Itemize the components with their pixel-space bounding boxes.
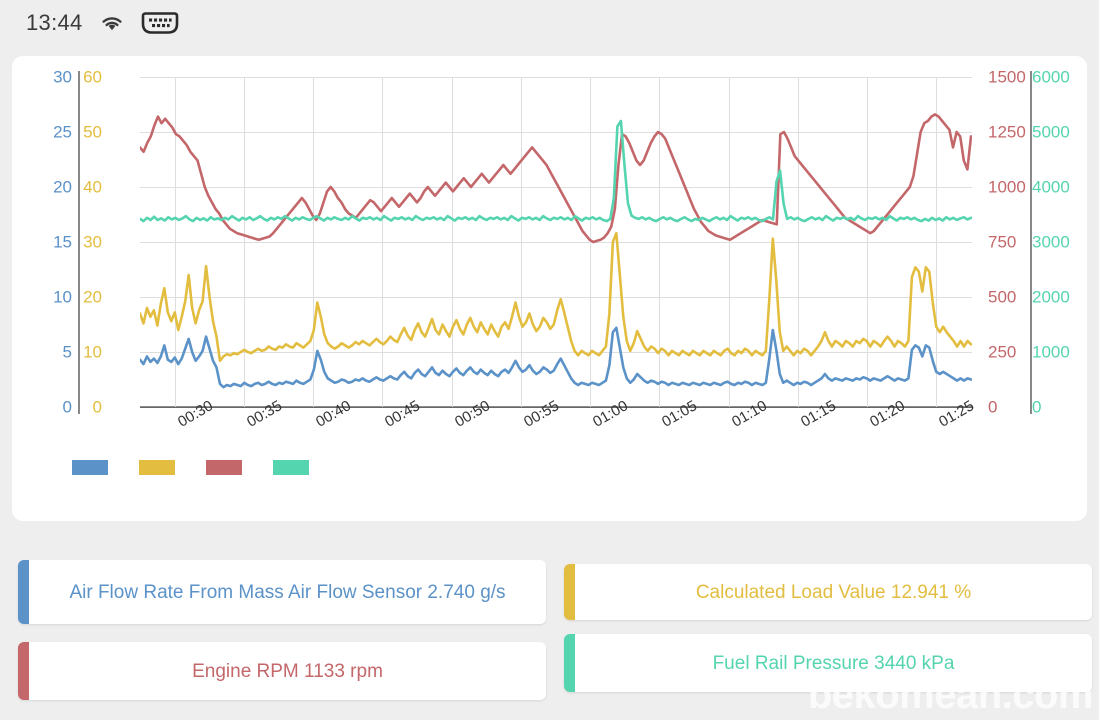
- axis-divider: [1030, 71, 1032, 414]
- axis-tick-blue: 15: [53, 232, 72, 252]
- legend-swatch[interactable]: [72, 460, 108, 475]
- axis-tick-red: 1000: [988, 177, 1026, 197]
- axis-tick-blue: 10: [53, 287, 72, 307]
- card-label: Calculated Load Value 12.941 %: [695, 581, 972, 603]
- axis-tick-gold: 40: [83, 177, 102, 197]
- app-root: 13:44 30 25 20 15 10 5 0 60 50 40 30 20 …: [0, 0, 1099, 720]
- card-label: Engine RPM 1133 rpm: [192, 660, 383, 682]
- card-engine-rpm[interactable]: Engine RPM 1133 rpm: [18, 642, 546, 700]
- axis-labels-blue: 30 25 20 15 10 5 0: [42, 69, 76, 416]
- axis-tick-blue: 20: [53, 177, 72, 197]
- axis-tick-red: 1500: [988, 67, 1026, 87]
- axis-tick-gold: 0: [92, 397, 102, 417]
- axis-tick-blue: 30: [53, 67, 72, 87]
- axis-tick-gold: 10: [83, 342, 102, 362]
- chart-container[interactable]: 30 25 20 15 10 5 0 60 50 40 30 20 10 0 1500 1250 1000 75…: [12, 56, 1087, 521]
- axis-tick-gold: 60: [83, 67, 102, 87]
- wifi-icon: [99, 13, 125, 33]
- axis-tick-gold: 20: [83, 287, 102, 307]
- axis-tick-gold: 30: [83, 232, 102, 252]
- card-accent-bar: [18, 560, 29, 624]
- axis-labels-red: 1500 1250 1000 750 500 250 0: [984, 69, 1028, 416]
- axis-tick-teal: 6000: [1032, 67, 1070, 87]
- axis-tick-teal: 3000: [1032, 232, 1070, 252]
- legend-swatch[interactable]: [273, 460, 309, 475]
- plot-area[interactable]: [140, 77, 972, 408]
- axis-tick-red: 750: [988, 232, 1017, 252]
- status-bar: 13:44: [0, 0, 1099, 46]
- axis-tick-teal: 5000: [1032, 122, 1070, 142]
- x-axis-labels: 00:30 00:35 00:40 00:45 00:50 00:55 01:00 01:05…: [140, 397, 978, 468]
- card-fuel-rail-pressure[interactable]: Fuel Rail Pressure 3440 kPa: [564, 634, 1092, 692]
- card-accent-bar: [18, 642, 29, 700]
- axis-tick-blue: 0: [62, 397, 72, 417]
- axis-tick-blue: 25: [53, 122, 72, 142]
- axis-divider: [78, 71, 80, 414]
- axis-tick-teal: 0: [1032, 397, 1042, 417]
- axis-tick-red: 1250: [988, 122, 1026, 142]
- card-air-flow-rate[interactable]: Air Flow Rate From Mass Air Flow Sensor …: [18, 560, 546, 624]
- legend-swatch[interactable]: [139, 460, 175, 475]
- status-clock: 13:44: [26, 10, 83, 35]
- axis-labels-teal: 6000 5000 4000 3000 2000 1000 0: [1028, 69, 1074, 416]
- chart-legend[interactable]: [72, 460, 309, 475]
- card-accent-bar: [564, 564, 575, 620]
- readout-cards: Air Flow Rate From Mass Air Flow Sensor …: [12, 556, 1092, 706]
- card-calculated-load[interactable]: Calculated Load Value 12.941 %: [564, 564, 1092, 620]
- series-line-blue: [140, 326, 972, 389]
- axis-tick-gold: 50: [83, 122, 102, 142]
- axis-tick-blue: 5: [62, 342, 72, 362]
- card-label: Air Flow Rate From Mass Air Flow Sensor …: [69, 581, 506, 603]
- axis-tick-teal: 2000: [1032, 287, 1070, 307]
- series-line-red: [140, 113, 972, 244]
- chart-card: 30 25 20 15 10 5 0 60 50 40 30 20 10 0 1500 1250 1000 75…: [12, 56, 1087, 521]
- legend-swatch[interactable]: [206, 460, 242, 475]
- obd-connector-icon: [141, 12, 179, 34]
- card-accent-bar: [564, 634, 575, 692]
- axis-tick-red: 500: [988, 287, 1017, 307]
- axis-tick-red: 250: [988, 342, 1017, 362]
- card-label: Fuel Rail Pressure 3440 kPa: [712, 652, 955, 674]
- axis-tick-teal: 1000: [1032, 342, 1070, 362]
- axis-tick-teal: 4000: [1032, 177, 1070, 197]
- axis-labels-gold: 60 50 40 30 20 10 0: [76, 69, 106, 416]
- series-line-teal: [140, 119, 972, 223]
- axis-tick-red: 0: [988, 397, 998, 417]
